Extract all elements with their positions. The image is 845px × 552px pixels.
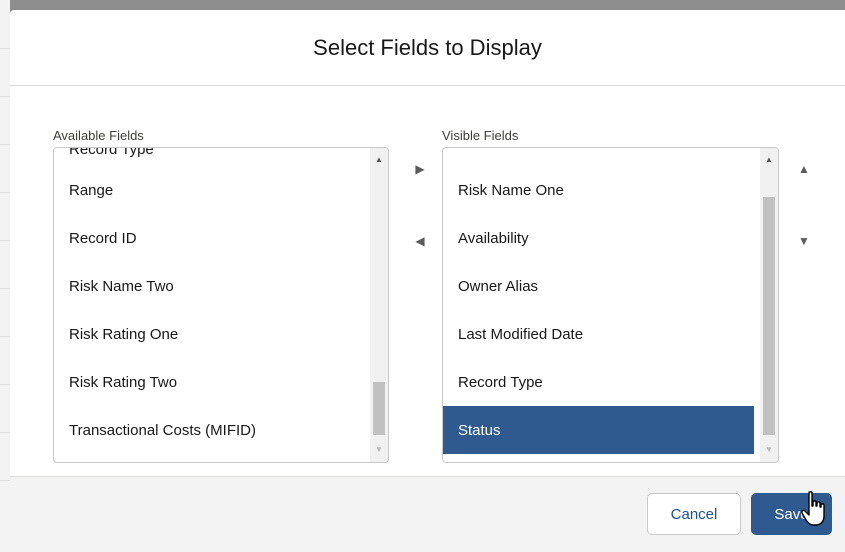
modal-footer: Cancel Save <box>10 476 845 552</box>
list-item[interactable]: Record ID <box>54 214 364 262</box>
list-item[interactable]: Risk Rating Two <box>54 358 364 406</box>
move-down-button[interactable]: ▼ <box>792 229 816 253</box>
move-up-button[interactable]: ▲ <box>792 157 816 181</box>
available-fields-listbox[interactable]: Record Type Range Record ID Risk Name Tw… <box>53 147 389 463</box>
list-item[interactable]: Transactional Costs (MIFID) <box>54 406 364 454</box>
scroll-down-arrow-icon[interactable]: ▼ <box>370 440 388 458</box>
list-item[interactable]: Range <box>54 166 364 214</box>
scroll-up-arrow-icon[interactable]: ▲ <box>370 150 388 168</box>
list-item[interactable]: Owner Alias <box>443 262 754 310</box>
scroll-down-arrow-icon[interactable]: ▼ <box>760 440 778 458</box>
available-fields-label: Available Fields <box>53 128 144 143</box>
list-item[interactable]: Risk Rating One <box>54 310 364 358</box>
list-item[interactable]: Risk Name Two <box>54 262 364 310</box>
background-page <box>0 0 10 552</box>
list-item[interactable]: Record Type <box>54 148 154 158</box>
scroll-up-arrow-icon[interactable]: ▲ <box>760 150 778 168</box>
triangle-right-icon: ▶ <box>415 162 425 176</box>
move-left-button[interactable]: ◀ <box>408 229 432 253</box>
modal-header: Select Fields to Display <box>10 10 845 86</box>
visible-fields-listbox[interactable]: Risk Name One Availability Owner Alias L… <box>442 147 779 463</box>
scroll-thumb[interactable] <box>763 197 775 435</box>
visible-scrollbar[interactable]: ▲ ▼ <box>760 148 778 462</box>
select-fields-modal: Select Fields to Display Available Field… <box>10 10 845 552</box>
list-item[interactable]: Record Type <box>443 358 754 406</box>
scroll-thumb[interactable] <box>373 382 385 435</box>
visible-fields-label: Visible Fields <box>442 128 519 143</box>
modal-title: Select Fields to Display <box>313 34 542 60</box>
list-item[interactable]: Risk Name One <box>443 166 754 214</box>
list-item[interactable]: Last Modified Date <box>443 310 754 358</box>
available-scrollbar[interactable]: ▲ ▼ <box>370 148 388 462</box>
move-right-button[interactable]: ▶ <box>408 157 432 181</box>
list-item[interactable]: Availability <box>443 214 754 262</box>
hand-pointer-icon <box>801 491 825 526</box>
triangle-up-icon: ▲ <box>798 162 810 176</box>
cancel-button[interactable]: Cancel <box>647 493 741 535</box>
triangle-left-icon: ◀ <box>415 234 425 248</box>
triangle-down-icon: ▼ <box>798 234 810 248</box>
list-item-selected[interactable]: Status <box>443 406 754 454</box>
modal-body: Available Fields Record Type Range Recor… <box>10 86 845 476</box>
